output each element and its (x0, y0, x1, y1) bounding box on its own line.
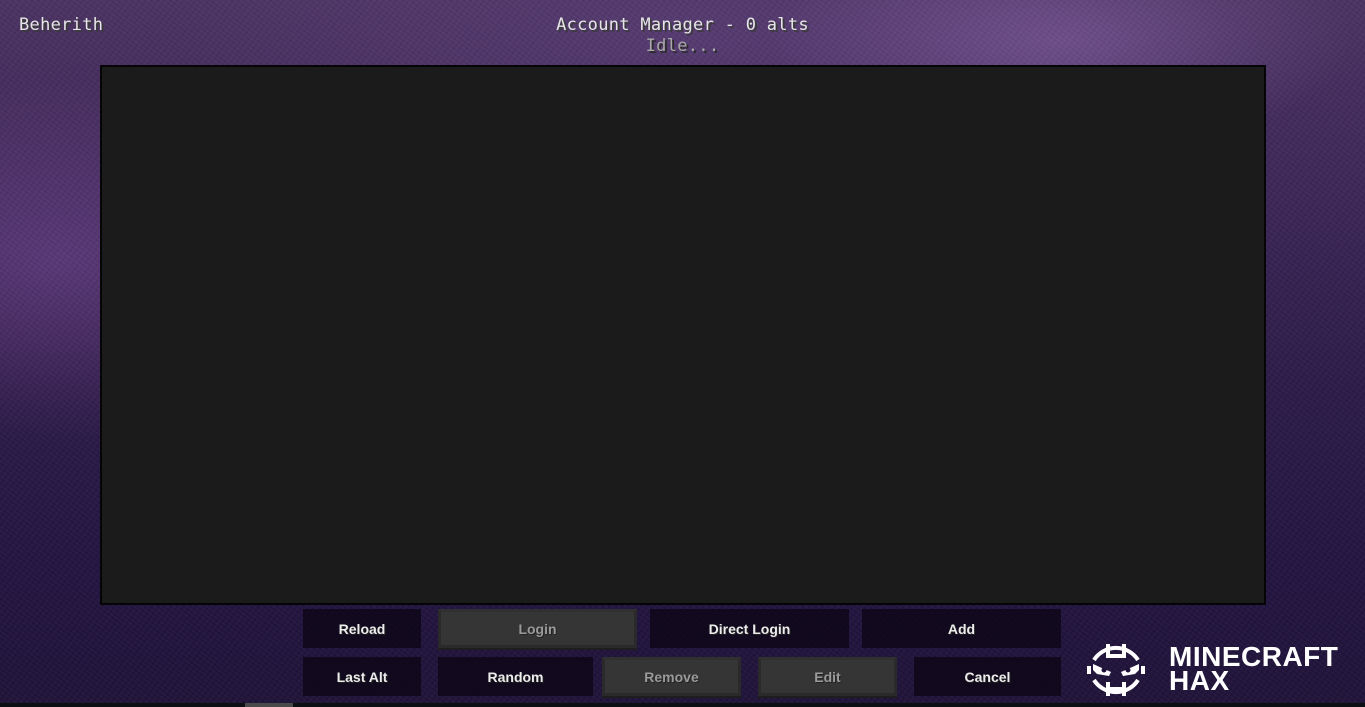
direct-login-button[interactable]: Direct Login (650, 609, 849, 648)
remove-button[interactable]: Remove (602, 657, 741, 696)
reload-button[interactable]: Reload (303, 609, 421, 648)
cancel-button[interactable]: Cancel (914, 657, 1061, 696)
minecraft-hax-logo-icon (1087, 644, 1145, 696)
watermark-line2: HAX (1169, 665, 1230, 696)
status-text: Idle... (645, 36, 720, 56)
minecraft-hax-watermark: MINECRAFT HAX (1085, 638, 1338, 700)
bottom-edge-strip (0, 703, 1365, 707)
bottom-edge-tab (245, 703, 293, 707)
last-alt-button[interactable]: Last Alt (303, 657, 421, 696)
add-button[interactable]: Add (862, 609, 1061, 648)
page-title: Account Manager - 0 alts (556, 15, 809, 35)
alt-list-panel[interactable] (100, 65, 1266, 605)
random-button[interactable]: Random (438, 657, 593, 696)
login-button[interactable]: Login (438, 609, 637, 648)
edit-button[interactable]: Edit (758, 657, 897, 696)
watermark-text: MINECRAFT HAX (1169, 643, 1338, 696)
